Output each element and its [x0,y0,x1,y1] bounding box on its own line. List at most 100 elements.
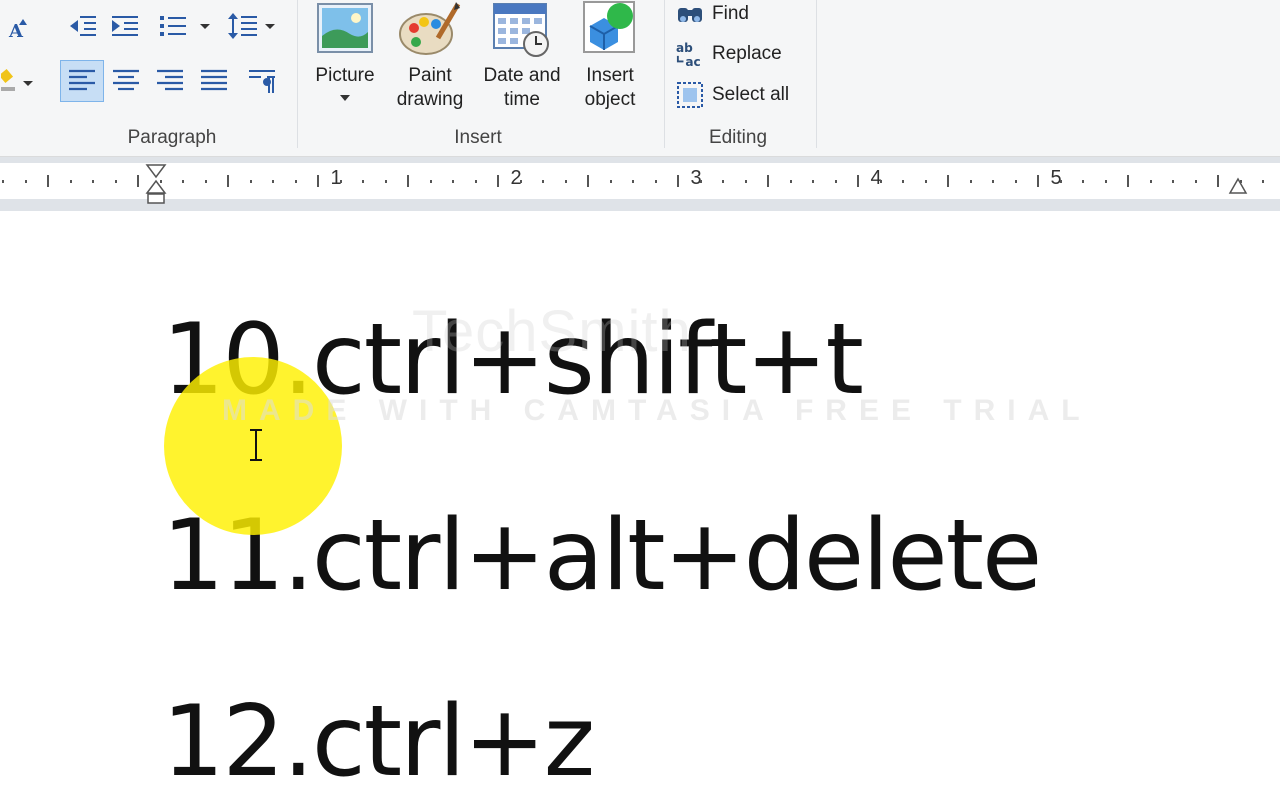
ruler-tick [857,175,859,187]
ruler-tick [182,180,184,183]
svg-text:ac: ac [685,55,700,68]
group-separator [816,0,817,148]
select-all-icon [677,82,703,108]
insert-object-button[interactable]: Insert object [572,0,648,112]
ruler-tick [1217,175,1219,187]
ruler-number-1: 1 [330,167,342,189]
ruler-tick [204,180,207,183]
decrease-indent-icon [70,16,96,36]
ruler-tick [474,180,477,183]
ruler-number-2: 2 [510,167,522,189]
select-all-button[interactable]: Select all [676,81,789,109]
ruler-tick [429,180,432,183]
ruler-tick [24,180,27,183]
ruler-tick [1014,180,1017,183]
ribbon: A Paragraph Picture Paint drawing Date a… [0,0,1280,157]
bullets-button[interactable] [156,10,212,42]
increase-indent-button[interactable] [108,10,142,42]
line-spacing-button[interactable] [226,10,276,42]
ruler-tick [542,180,544,183]
paint-palette-icon [399,2,461,55]
group-separator [664,0,665,148]
ruler-tick [654,180,657,183]
find-label: Find [712,3,749,24]
ruler-tick [1262,180,1264,183]
ruler-tick [677,175,679,187]
picture-button[interactable]: Picture [306,0,384,102]
ruler-number-5: 5 [1050,167,1062,189]
document-line[interactable]: 12.ctrl+z [162,685,595,799]
align-right-button[interactable] [152,62,188,100]
date-time-label-1: Date and [483,65,561,86]
ruler-tick [699,180,702,183]
ruler-tick [47,175,49,187]
highlighter-icon [1,68,33,91]
ruler-tick [879,180,882,183]
paragraph-mark-icon [249,70,275,93]
insert-group-label: Insert [454,127,502,148]
ruler-tick [384,180,387,183]
ruler-tick [1127,175,1129,187]
ruler-tick [249,180,252,183]
paragraph-settings-button[interactable] [244,62,280,100]
grow-font-button[interactable]: A [4,12,30,46]
text-cursor-icon [250,429,262,461]
ruler-tick [2,180,4,183]
ruler-tick [789,180,792,183]
ruler-tick [744,180,747,183]
replace-button[interactable]: ab ac Replace [676,40,782,68]
highlight-color-button[interactable] [0,62,36,98]
ruler-tick [947,175,949,187]
ruler-tick [1172,180,1174,183]
paint-drawing-label-1: Paint [408,65,452,86]
ruler-tick [407,175,409,187]
ruler-tick [317,175,319,187]
ruler-tick [722,180,724,183]
editing-group-label: Editing [708,127,768,148]
svg-text:ab: ab [676,41,693,55]
picture-dropdown-icon[interactable] [339,94,351,102]
find-button[interactable]: Find [676,0,749,28]
align-center-icon [113,69,139,91]
align-left-button[interactable] [60,60,104,102]
select-all-label: Select all [712,84,790,105]
justify-button[interactable] [196,62,232,100]
date-time-button[interactable]: Date and time [476,0,568,112]
ruler-tick [812,180,814,183]
font-size-icon: A [8,19,27,41]
ruler-tick [519,180,522,183]
ruler-tick [1239,180,1242,183]
ruler-tick [924,180,927,183]
insert-object-label-1: Insert [586,65,634,86]
ruler[interactable]: 1 2 3 4 5 [0,157,1280,211]
insert-object-icon [583,1,635,53]
align-center-button[interactable] [108,62,144,100]
ruler-tick [767,175,769,187]
align-left-icon [69,69,95,91]
ruler-tick [609,180,612,183]
paint-drawing-button[interactable]: Paint drawing [388,0,472,112]
justify-icon [201,69,227,91]
ruler-tick [564,180,567,183]
ruler-tick [1104,180,1107,183]
watermark-logo: TechSmith [412,299,692,364]
ruler-number-3: 3 [690,167,702,189]
ruler-tick [1059,180,1062,183]
ruler-tick [834,180,837,183]
line-spacing-icon [228,13,275,39]
ruler-tick [272,180,274,183]
ruler-tick [1194,180,1197,183]
ruler-tick [1082,180,1084,183]
picture-label: Picture [315,65,375,86]
decrease-indent-button[interactable] [66,10,100,42]
insert-object-label-2: object [584,89,636,110]
ruler-tick [587,175,589,187]
picture-icon [317,3,373,53]
ruler-tick [159,180,162,183]
replace-label: Replace [712,43,782,64]
paint-drawing-label-2: drawing [396,89,464,110]
right-indent-marker-icon[interactable] [1228,177,1248,195]
left-indent-marker-icon[interactable] [145,163,167,205]
ruler-tick [902,180,904,183]
ruler-tick [339,180,342,183]
